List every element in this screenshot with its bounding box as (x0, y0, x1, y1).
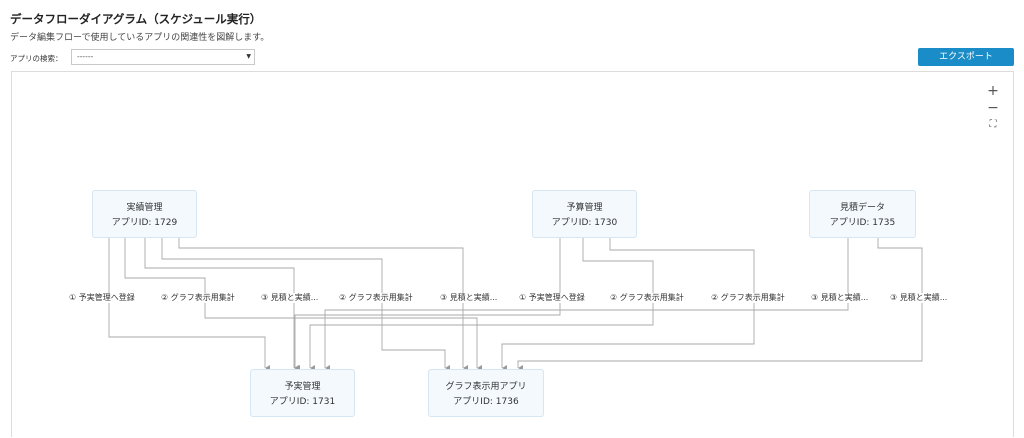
page-title: データフローダイアグラム（スケジュール実行） (10, 12, 262, 26)
edge-label: ② グラフ表示用集計 (609, 293, 685, 303)
node-1736[interactable]: グラフ表示用アプリ アプリID: 1736 (428, 369, 544, 417)
edge-1730-to-1731 (294, 238, 561, 371)
app-search-label: アプリの検索： (10, 54, 63, 63)
zoom-out-button[interactable]: − (986, 101, 1000, 115)
edge-label: ② グラフ表示用集計 (338, 293, 414, 303)
dropdown-arrow-icon: ▼ (246, 53, 251, 60)
node-1731[interactable]: 予実管理 アプリID: 1731 (250, 369, 355, 417)
edge-label: ② グラフ表示用集計 (710, 293, 786, 303)
fit-view-icon[interactable]: ⛶ (986, 118, 1000, 132)
edge-label: ② グラフ表示用集計 (160, 293, 236, 303)
node-app-id: アプリID: 1731 (269, 397, 336, 407)
node-title: 見積データ (839, 203, 885, 213)
node-title: グラフ表示用アプリ (445, 382, 527, 392)
edge-label: ③ 見積と実績... (810, 293, 870, 303)
zoom-in-button[interactable]: + (986, 84, 1000, 98)
edge-label: ① 予実管理へ登録 (68, 293, 136, 303)
node-title: 予実管理 (284, 382, 321, 392)
node-app-id: アプリID: 1736 (453, 397, 519, 407)
edge-label: ③ 見積と実績... (260, 293, 320, 303)
node-app-id: アプリID: 1735 (829, 218, 896, 228)
diagram-canvas[interactable]: + − ⛶ 実績管理 アプリID: 1729 予算管理 アプリID: 1730 … (11, 71, 1014, 437)
node-1730[interactable]: 予算管理 アプリID: 1730 (532, 190, 637, 238)
edge-1735-to-1736 (517, 238, 923, 371)
edge-1729-to-1731-b (144, 238, 299, 371)
node-1735[interactable]: 見積データ アプリID: 1735 (809, 190, 916, 238)
edge-1729-to-1736-b (161, 238, 450, 371)
node-app-id: アプリID: 1730 (551, 218, 618, 228)
node-1729[interactable]: 実績管理 アプリID: 1729 (92, 190, 197, 238)
edge-1729-to-1731-c (178, 238, 468, 371)
edge-1730-to-1736-a (309, 238, 654, 371)
edge-1729-to-1736-a (124, 238, 482, 371)
node-app-id: アプリID: 1729 (111, 218, 178, 228)
edge-1730-to-1736-b (501, 238, 755, 371)
edge-1735-to-1731 (324, 238, 849, 371)
edge-1729-to-1731-a (108, 238, 270, 371)
node-title: 実績管理 (126, 203, 163, 213)
export-button[interactable]: エクスポート (918, 48, 1014, 66)
app-search-select[interactable]: ------ ▼ (71, 49, 255, 65)
edge-label: ③ 見積と実績... (439, 293, 499, 303)
node-title: 予算管理 (566, 203, 603, 213)
edge-label: ① 予実管理へ登録 (518, 293, 586, 303)
app-search-value: ------ (77, 52, 94, 61)
page-subtitle: データ編集フローで使用しているアプリの関連性を図解します。 (10, 33, 270, 43)
edge-label: ③ 見積と実績... (889, 293, 949, 303)
